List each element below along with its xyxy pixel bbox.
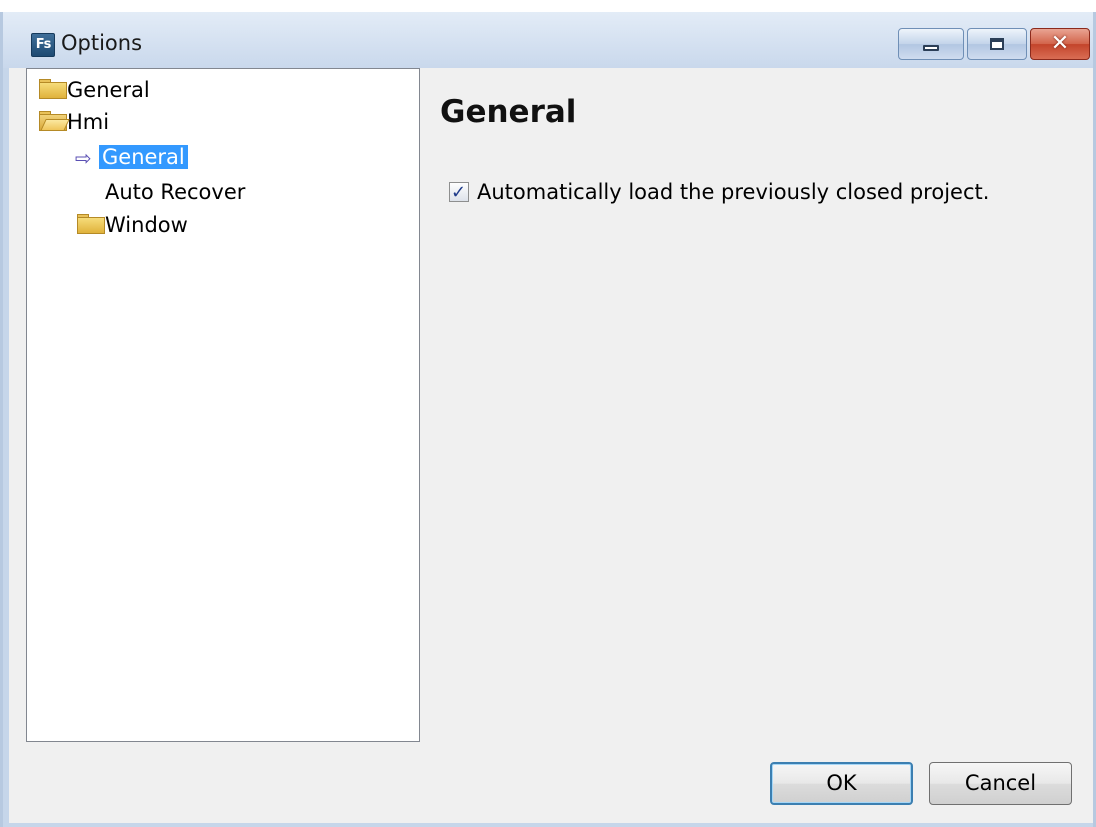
folder-icon [37,79,67,99]
tree-item-hmi-general[interactable]: ⇨ General [75,142,188,172]
folder-open-icon [37,111,70,131]
maximize-button[interactable] [967,28,1027,60]
tree-item-label: Window [105,213,188,237]
tree-item-label: Auto Recover [105,180,246,204]
tree-item-label: General [67,78,150,102]
options-dialog: Fs Options ✕ General Hmi ⇨ General Auto R… [0,12,1096,827]
tree-item-label: General [99,145,188,169]
auto-load-checkbox[interactable]: ✓ [449,181,469,203]
options-tree[interactable]: General Hmi ⇨ General Auto Recover Window [26,68,420,742]
panel-heading: General [440,94,577,130]
folder-icon [75,214,105,234]
tree-item-label: Hmi [67,110,110,134]
tree-item-window[interactable]: Window [75,210,188,240]
window-title: Options [61,31,143,55]
tree-item-auto-recover[interactable]: Auto Recover [105,177,245,207]
tree-item-general[interactable]: General [37,75,150,105]
ok-button[interactable]: OK [770,762,913,805]
title-bar[interactable]: Fs Options ✕ [3,12,1093,68]
option-auto-load[interactable]: ✓ Automatically load the previously close… [449,178,989,206]
dialog-client-area: General Hmi ⇨ General Auto Recover Window… [9,68,1093,823]
cancel-button[interactable]: Cancel [929,762,1072,805]
maximize-icon [990,38,1004,50]
option-label: Automatically load the previously closed… [477,180,990,204]
tree-item-hmi[interactable]: Hmi [37,107,109,137]
close-icon: ✕ [1050,31,1070,56]
close-button[interactable]: ✕ [1030,28,1090,60]
app-icon: Fs [31,33,55,57]
checkmark-icon: ✓ [451,181,467,203]
minimize-button[interactable] [898,28,964,60]
arrow-right-icon: ⇨ [75,146,92,170]
minimize-icon [923,45,939,51]
